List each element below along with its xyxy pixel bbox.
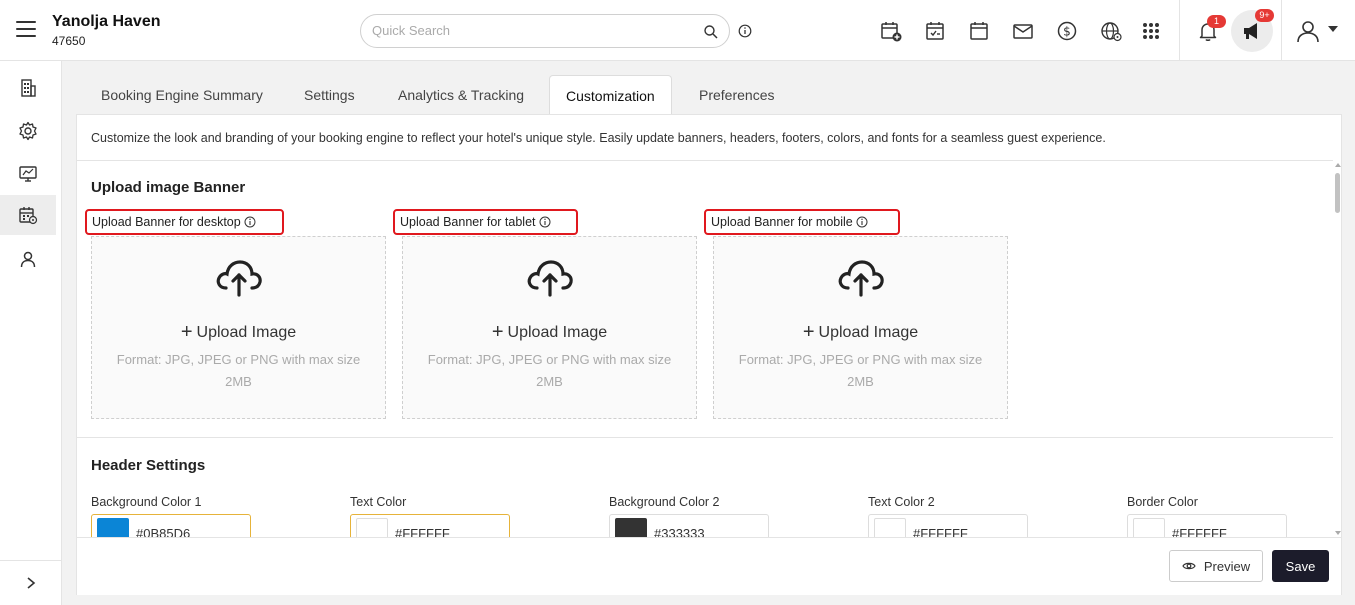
hotel-name: Yanolja Haven: [52, 13, 161, 30]
building-icon: [21, 79, 36, 97]
toolbar-divider: [1179, 0, 1180, 61]
scroll-down-arrow[interactable]: [1335, 531, 1341, 535]
info-icon[interactable]: [244, 216, 256, 228]
text-color-2-label: Text Color 2: [868, 495, 935, 509]
quick-search: [360, 14, 730, 48]
tab-analytics-tracking[interactable]: Analytics & Tracking: [398, 75, 524, 115]
cloud-upload-icon: [216, 260, 262, 297]
notification-badge: 1: [1207, 15, 1226, 28]
sidebar-item-property[interactable]: [0, 68, 56, 108]
search-icon[interactable]: [703, 24, 719, 40]
preview-button-label: Preview: [1203, 558, 1251, 574]
calendar-add-icon[interactable]: [879, 19, 903, 43]
apps-grid-icon[interactable]: [1139, 19, 1163, 43]
preview-button[interactable]: Preview: [1169, 550, 1263, 582]
person-icon: [20, 251, 36, 268]
search-input[interactable]: [372, 23, 692, 38]
tab-booking-engine-summary[interactable]: Booking Engine Summary: [101, 75, 263, 115]
sidebar: [0, 61, 62, 605]
gear-icon: [19, 121, 37, 141]
text-color-label: Text Color: [350, 495, 407, 509]
divider: [77, 437, 1333, 438]
upload-format-hint: Format: JPG, JPEG or PNG with max size 2…: [116, 352, 361, 389]
mobile-banner-label: Upload Banner for mobile: [704, 209, 900, 235]
bg-color-1-label: Background Color 1: [91, 495, 202, 509]
tab-settings[interactable]: Settings: [304, 75, 355, 115]
upload-format-hint: Format: JPG, JPEG or PNG with max size 2…: [738, 352, 983, 389]
mobile-banner-label-text: Upload Banner for mobile: [711, 215, 853, 229]
upload-image-action: + Upload Image: [180, 321, 297, 343]
megaphone-icon: [1244, 23, 1257, 39]
svg-text:$: $: [1063, 25, 1071, 39]
calendar-icon[interactable]: [967, 19, 991, 43]
desktop-banner-label: Upload Banner for desktop: [85, 209, 284, 235]
banner-section-title: Upload image Banner: [91, 179, 246, 196]
action-bar: Preview Save: [77, 537, 1341, 595]
tablet-banner-dropzone[interactable]: + Upload Image Format: JPG, JPEG or PNG w…: [402, 236, 697, 419]
mobile-banner-dropzone[interactable]: + Upload Image Format: JPG, JPEG or PNG w…: [713, 236, 1008, 419]
user-icon[interactable]: [1295, 18, 1321, 44]
bg-color-2-label: Background Color 2: [609, 495, 720, 509]
mail-icon[interactable]: [1011, 19, 1035, 43]
tab-customization[interactable]: Customization: [549, 75, 672, 115]
border-color-label: Border Color: [1127, 495, 1198, 509]
eye-icon: [1182, 562, 1196, 570]
desktop-banner-label-text: Upload Banner for desktop: [92, 215, 241, 229]
customization-panel: Customize the look and branding of your …: [76, 114, 1342, 595]
save-button[interactable]: Save: [1272, 550, 1329, 582]
tablet-banner-label-text: Upload Banner for tablet: [400, 215, 536, 229]
sidebar-expand-button[interactable]: [0, 560, 62, 605]
dollar-icon[interactable]: $: [1055, 19, 1079, 43]
info-icon[interactable]: [539, 216, 551, 228]
intro-text: Customize the look and branding of your …: [91, 131, 1106, 145]
sidebar-item-settings[interactable]: [0, 111, 56, 151]
scroll-thumb[interactable]: [1335, 173, 1340, 213]
upload-format-hint: Format: JPG, JPEG or PNG with max size 2…: [427, 352, 672, 389]
user-menu-caret[interactable]: [1328, 26, 1338, 32]
upload-image-action: + Upload Image: [802, 321, 919, 343]
tablet-banner-label: Upload Banner for tablet: [393, 209, 578, 235]
info-icon[interactable]: [856, 216, 868, 228]
sidebar-item-booking-engine[interactable]: [0, 154, 56, 194]
scroll-up-arrow[interactable]: [1335, 163, 1341, 167]
sidebar-item-users[interactable]: [0, 239, 56, 279]
vertical-scrollbar[interactable]: [1333, 161, 1342, 537]
chevron-right-icon: [27, 577, 36, 589]
menu-icon[interactable]: [16, 21, 36, 39]
header-settings-title: Header Settings: [91, 457, 206, 474]
tab-preferences[interactable]: Preferences: [699, 75, 774, 115]
calendar-settings-icon: [19, 207, 38, 225]
top-bar: Yanolja Haven 47650 $ 1 9+: [0, 0, 1355, 61]
info-icon[interactable]: [738, 24, 752, 38]
calendar-check-icon[interactable]: [923, 19, 947, 43]
monitor-icon: [19, 166, 37, 182]
hotel-id: 47650: [52, 34, 86, 48]
toolbar-divider: [1281, 0, 1282, 61]
divider: [77, 160, 1333, 161]
globe-icon[interactable]: [1099, 19, 1123, 43]
cloud-upload-icon: [838, 260, 884, 297]
sidebar-item-reservations[interactable]: [0, 195, 56, 235]
announcement-badge: 9+: [1255, 9, 1274, 22]
upload-image-action: + Upload Image: [491, 321, 608, 343]
cloud-upload-icon: [527, 260, 573, 297]
desktop-banner-dropzone[interactable]: + Upload Image Format: JPG, JPEG or PNG w…: [91, 236, 386, 419]
